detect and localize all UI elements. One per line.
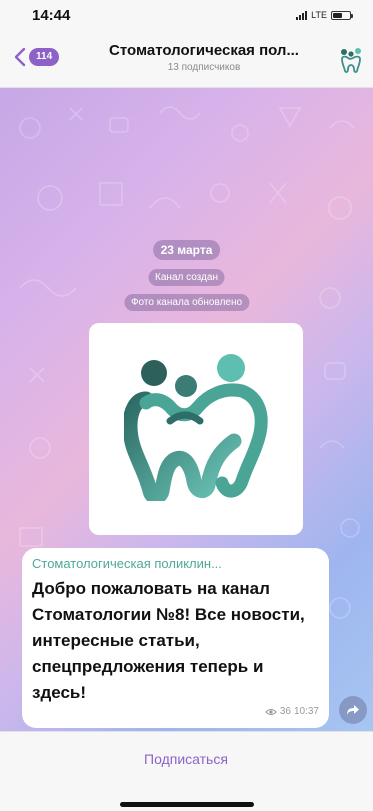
channel-post[interactable]: Стоматологическая поликлин... Добро пожа…	[22, 548, 329, 728]
telegram-channel-screen: 14:44 LTE 114 Стоматологическая пол... 1…	[0, 0, 373, 811]
channel-photo[interactable]	[89, 323, 303, 535]
views-count: 36	[279, 706, 291, 717]
post-text: Добро пожаловать на канал Стоматологии №…	[32, 579, 305, 702]
channel-avatar-icon[interactable]	[337, 46, 365, 74]
subscribe-button[interactable]: Подписаться	[86, 748, 286, 770]
share-arrow-icon	[347, 705, 359, 715]
unread-count-badge: 114	[29, 48, 60, 66]
status-time: 14:44	[32, 6, 71, 24]
signal-icon	[296, 10, 308, 20]
service-message-created: Канал создан	[148, 269, 225, 286]
tooth-family-logo	[124, 354, 268, 501]
post-time: 10:37	[293, 706, 319, 717]
back-button[interactable]: 114	[14, 47, 60, 67]
service-message-photo: Фото канала обновлено	[123, 294, 250, 311]
channel-title[interactable]: Стоматологическая пол...	[84, 42, 324, 59]
status-bar: 14:44 LTE	[0, 0, 373, 30]
subscriber-count: 13 подписчиков	[167, 62, 241, 73]
views-eye-icon	[265, 708, 277, 715]
date-separator: 23 марта	[152, 240, 221, 260]
share-button[interactable]	[339, 696, 367, 724]
home-indicator[interactable]	[120, 802, 254, 807]
status-indicators: LTE	[296, 10, 353, 20]
bottom-bar: Подписаться	[0, 731, 373, 811]
chevron-left-icon	[14, 47, 26, 67]
post-meta: 36 10:37	[265, 706, 319, 717]
post-author[interactable]: Стоматологическая поликлин...	[32, 556, 319, 571]
message-area[interactable]: 23 марта Канал создан Фото канала обновл…	[0, 88, 373, 731]
network-label: LTE	[311, 10, 327, 20]
chat-header: 114 Стоматологическая пол... 13 подписчи…	[0, 30, 373, 88]
battery-icon	[331, 10, 353, 20]
